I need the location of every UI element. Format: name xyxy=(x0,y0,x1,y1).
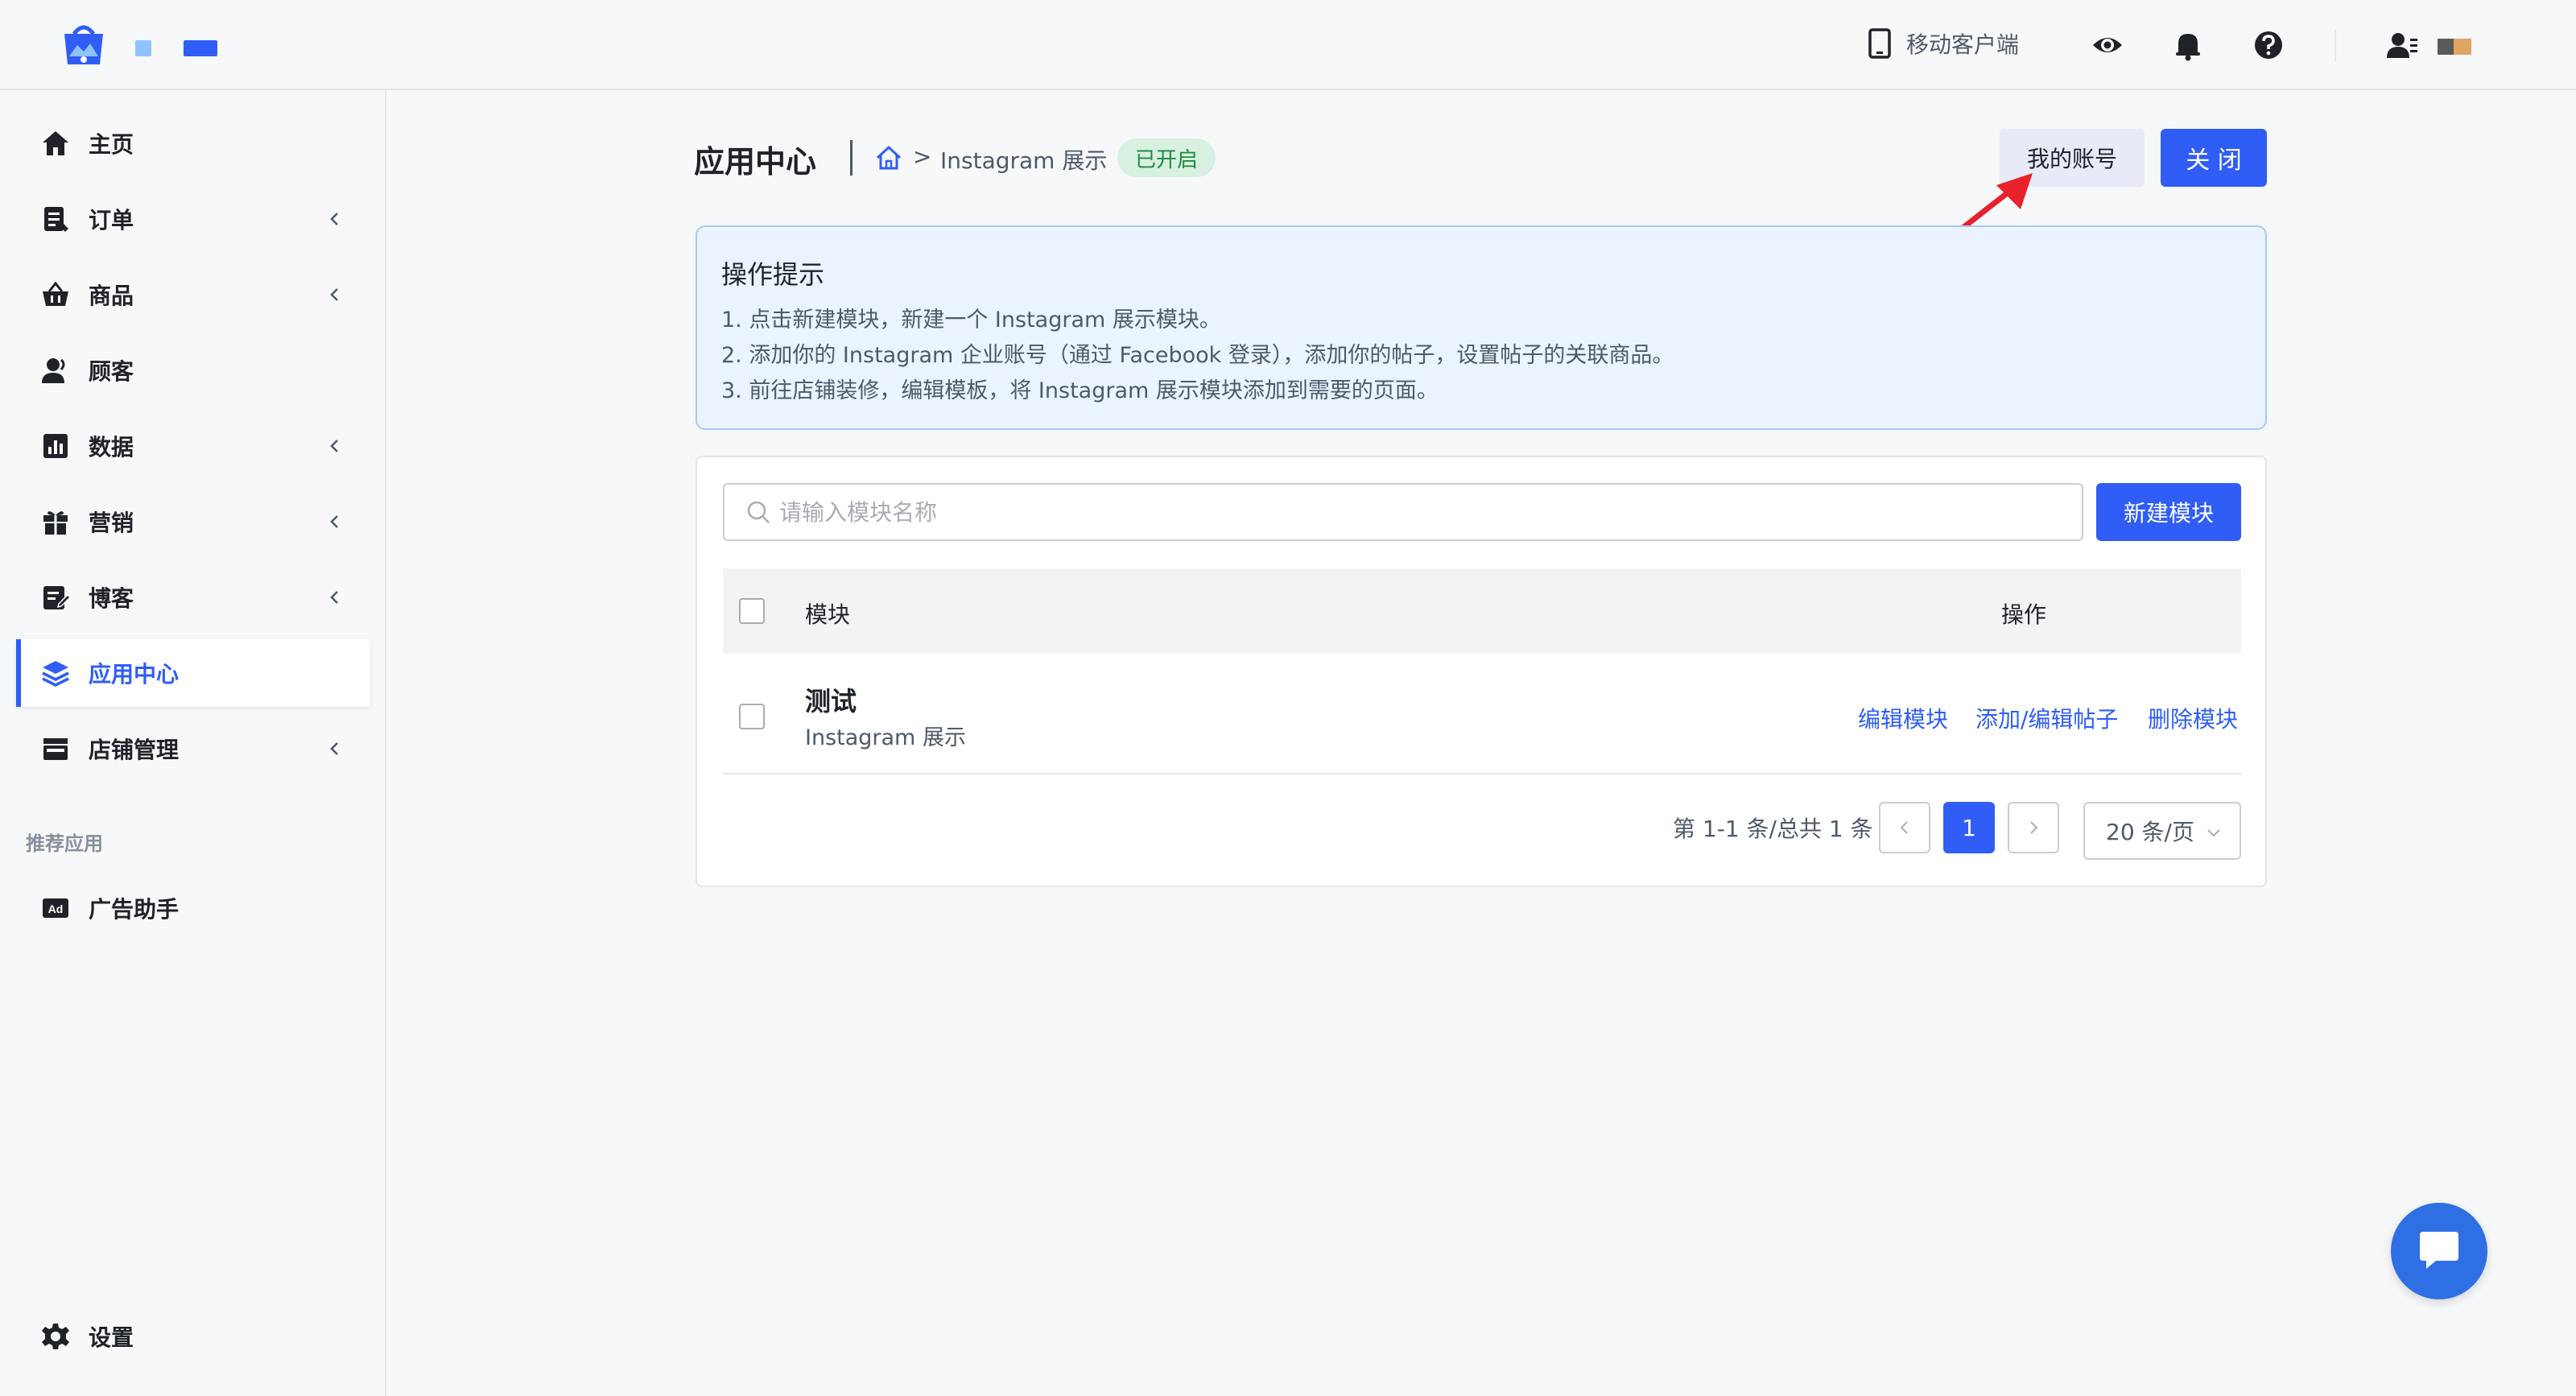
mobile-client-label: 移动客户端 xyxy=(1906,31,2020,58)
gift-icon xyxy=(40,506,71,537)
next-page-button[interactable] xyxy=(2008,802,2059,853)
user-avatar-chip[interactable] xyxy=(2438,39,2471,55)
search-input[interactable] xyxy=(779,498,2035,526)
sidebar-item-label: 数据 xyxy=(89,434,134,461)
phone-icon xyxy=(1868,28,1891,59)
home-icon[interactable] xyxy=(874,143,903,172)
ad-icon: Ad xyxy=(40,893,71,923)
top-bar: 移动客户端 xyxy=(0,0,2576,90)
user-icon[interactable] xyxy=(2386,29,2418,61)
tips-line: 2. 添加你的 Instagram 企业账号（通过 Facebook 登录），添… xyxy=(721,343,1674,368)
home-icon xyxy=(40,128,71,159)
sidebar-item-label: 店铺管理 xyxy=(89,737,180,763)
sidebar-item-marketing[interactable]: 营销 xyxy=(16,488,370,556)
edit-module-link[interactable]: 编辑模块 xyxy=(1858,702,1948,734)
mobile-client-link[interactable]: 移动客户端 xyxy=(1868,27,2019,60)
chevron-down-icon xyxy=(2207,829,2220,837)
sidebar-item-label: 订单 xyxy=(89,207,134,233)
gear-icon xyxy=(40,1321,71,1352)
help-icon[interactable] xyxy=(2252,29,2285,61)
sidebar-item-ad-assistant[interactable]: Ad 广告助手 xyxy=(16,874,370,942)
sidebar-item-blog[interactable]: 博客 xyxy=(16,564,370,631)
chevron-left-icon xyxy=(330,440,338,452)
page-size-select[interactable]: 20 条/页 xyxy=(2083,802,2241,860)
tips-panel: 操作提示 1. 点击新建模块，新建一个 Instagram 展示模块。 2. 添… xyxy=(696,225,2267,430)
breadcrumb-current: Instagram 展示 xyxy=(940,147,1108,174)
chevron-left-icon xyxy=(330,742,338,755)
search-icon xyxy=(747,501,770,523)
status-badge: 已开启 xyxy=(1117,138,1216,177)
svg-text:Ad: Ad xyxy=(48,902,64,915)
table-row: 测试 Instagram 展示 编辑模块 添加/编辑帖子 删除模块 xyxy=(723,654,2241,774)
sidebar-item-label: 广告助手 xyxy=(89,896,180,923)
recommended-apps-label: 推荐应用 xyxy=(26,832,103,855)
page-title: 应用中心 xyxy=(694,144,817,180)
chevron-left-icon xyxy=(330,515,338,528)
sidebar-item-products[interactable]: 商品 xyxy=(16,261,370,328)
sidebar-item-label: 博客 xyxy=(89,585,134,612)
page-button-current[interactable]: 1 xyxy=(1943,802,1995,853)
sidebar-item-data[interactable]: 数据 xyxy=(16,412,370,480)
module-table-card: 新建模块 模块 操作 测试 Instagram 展示 编辑模块 添加/编辑帖子 … xyxy=(696,456,2267,887)
prev-page-button[interactable] xyxy=(1879,802,1930,853)
tips-line: 1. 点击新建模块，新建一个 Instagram 展示模块。 xyxy=(721,308,1221,332)
breadcrumb-separator: > xyxy=(913,143,932,170)
sidebar-item-settings[interactable]: 设置 xyxy=(16,1303,370,1370)
sidebar-item-label: 主页 xyxy=(89,131,134,158)
bell-icon[interactable] xyxy=(2172,29,2204,61)
chevron-left-icon xyxy=(330,591,338,604)
order-icon xyxy=(40,204,71,234)
chat-bubble-icon xyxy=(2420,1232,2458,1269)
sidebar-item-label: 商品 xyxy=(89,283,134,309)
table-header: 模块 操作 xyxy=(723,568,2241,654)
eye-icon[interactable] xyxy=(2091,29,2124,61)
delete-module-link[interactable]: 删除模块 xyxy=(2148,702,2238,734)
module-type: Instagram 展示 xyxy=(805,725,966,750)
sidebar-item-home[interactable]: 主页 xyxy=(16,109,370,177)
chart-icon xyxy=(40,431,71,461)
chat-button[interactable] xyxy=(2391,1203,2487,1299)
brand-name-block xyxy=(184,40,217,56)
tips-title: 操作提示 xyxy=(721,259,825,290)
new-module-button[interactable]: 新建模块 xyxy=(2096,483,2241,541)
edit-posts-link[interactable]: 添加/编辑帖子 xyxy=(1975,702,2118,734)
search-box[interactable] xyxy=(723,483,2083,541)
chevron-right-icon xyxy=(2030,821,2038,834)
blog-icon xyxy=(40,582,71,613)
layers-icon xyxy=(40,658,71,688)
sidebar-item-app-center[interactable]: 应用中心 xyxy=(16,639,370,707)
row-checkbox[interactable] xyxy=(739,704,765,729)
header-divider xyxy=(2334,29,2336,61)
brand-mark xyxy=(135,40,151,56)
customer-icon xyxy=(40,355,71,386)
sidebar-item-customers[interactable]: 顾客 xyxy=(16,337,370,404)
tips-line: 3. 前往店铺装修，编辑模板，将 Instagram 展示模块添加到需要的页面。 xyxy=(721,378,1439,403)
sidebar-item-label: 设置 xyxy=(89,1324,134,1351)
pagination-summary: 第 1-1 条/总共 1 条 xyxy=(1673,816,1873,842)
basket-icon xyxy=(40,279,71,310)
chevron-left-icon xyxy=(1900,821,1908,834)
sidebar-item-label: 营销 xyxy=(89,510,134,536)
title-separator xyxy=(850,140,852,176)
select-all-checkbox[interactable] xyxy=(739,598,765,624)
column-header-actions: 操作 xyxy=(2001,601,2047,628)
sidebar-item-label: 顾客 xyxy=(89,358,134,385)
sidebar-item-orders[interactable]: 订单 xyxy=(16,185,370,253)
chevron-left-icon xyxy=(330,288,338,301)
bag-logo-icon[interactable] xyxy=(61,21,106,68)
sidebar-item-label: 应用中心 xyxy=(89,661,180,688)
page-size-value: 20 条/页 xyxy=(2106,819,2194,845)
module-name: 测试 xyxy=(805,686,857,717)
close-button[interactable]: 关 闭 xyxy=(2161,129,2267,187)
sidebar-item-store-management[interactable]: 店铺管理 xyxy=(16,715,370,783)
column-header-module: 模块 xyxy=(805,601,851,628)
store-icon xyxy=(40,733,71,764)
chevron-left-icon xyxy=(330,213,338,225)
